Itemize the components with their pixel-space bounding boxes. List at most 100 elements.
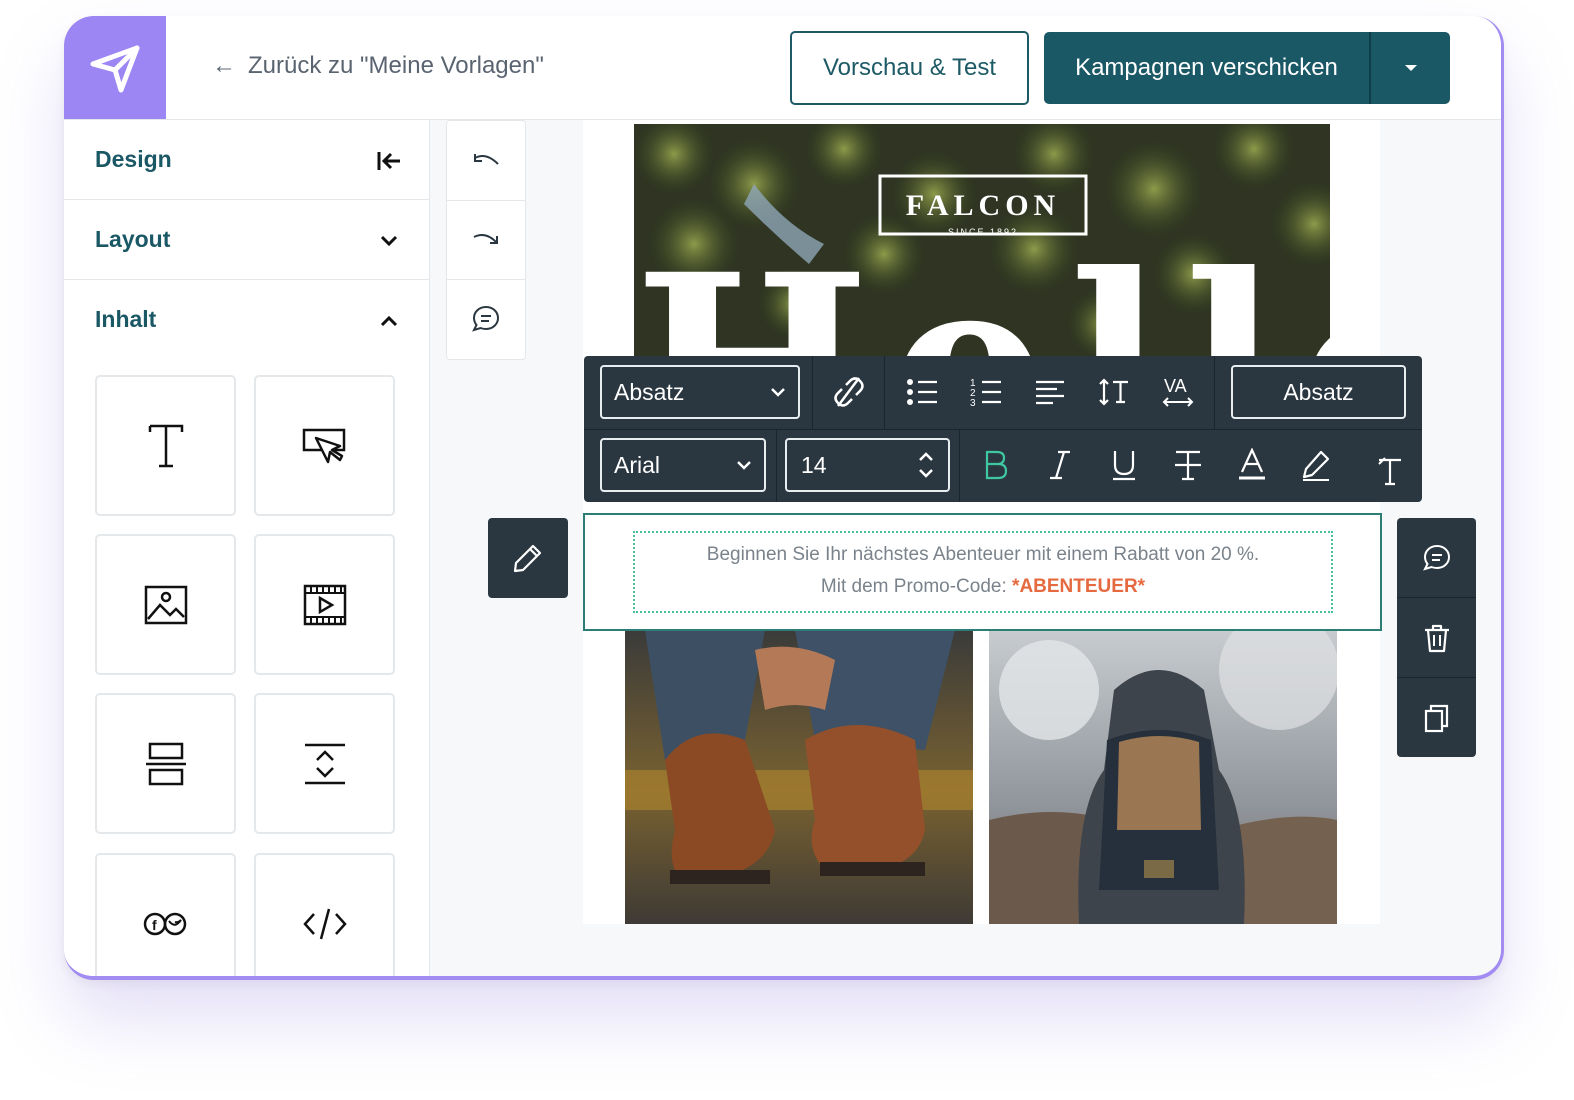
comment-icon (1422, 544, 1450, 571)
comments-button[interactable] (447, 279, 525, 358)
clear-format-icon (1378, 457, 1401, 486)
underline-button[interactable] (1104, 445, 1144, 485)
back-link-label: Zurück zu "Meine Vorlagen" (248, 52, 544, 79)
chevron-down-icon (771, 388, 785, 397)
highlighter-icon (1302, 450, 1330, 481)
section-layout[interactable]: Layout (64, 200, 429, 280)
bullet-list-button[interactable] (902, 372, 942, 412)
text-color-button[interactable] (1232, 445, 1272, 485)
divider-icon (145, 742, 186, 785)
hero-headline: Hello (634, 219, 1330, 358)
chevron-up-icon[interactable] (374, 306, 404, 336)
toolbar-divider (1214, 356, 1215, 429)
app-window: ← Zurück zu "Meine Vorlagen" Vorschau & … (64, 16, 1504, 980)
strikethrough-button[interactable] (1168, 445, 1208, 485)
line-height-icon (1099, 378, 1128, 406)
section-layout-label: Layout (95, 226, 171, 252)
spacer-block-tile[interactable] (254, 693, 395, 834)
button-block-tile[interactable] (254, 375, 395, 516)
video-icon (303, 584, 346, 625)
toolbar-divider (884, 356, 885, 429)
hero-image[interactable]: FALCON SINCE 1892 Hello (634, 124, 1330, 358)
text-editor-area[interactable]: Beginnen Sie Ihr nächstes Abenteuer mit … (633, 531, 1333, 613)
toolbar-divider (959, 429, 960, 502)
paragraph-style-value: Absatz (614, 378, 685, 405)
chevron-down-icon[interactable] (374, 226, 404, 256)
font-family-value: Arial (614, 451, 661, 478)
text-block-tile[interactable] (95, 375, 236, 516)
block-actions (1397, 518, 1476, 757)
delete-block-button[interactable] (1397, 598, 1476, 678)
underline-icon (1113, 451, 1135, 481)
caret-down-icon (1404, 65, 1417, 71)
send-campaign-button[interactable]: Kampagnen verschicken (1044, 32, 1450, 104)
letter-spacing-button[interactable]: VA (1158, 372, 1198, 412)
paper-plane-icon (90, 45, 140, 92)
italic-icon (1050, 450, 1070, 480)
top-bar: ← Zurück zu "Meine Vorlagen" Vorschau & … (64, 16, 1501, 120)
clear-format-button[interactable] (1370, 451, 1410, 491)
social-icon: f (143, 912, 186, 935)
unlink-button[interactable] (829, 372, 869, 412)
bullet-list-icon (907, 379, 937, 405)
svg-text:VA: VA (1164, 376, 1187, 396)
font-family-select[interactable]: Arial (600, 438, 766, 492)
edit-block-button[interactable] (488, 518, 568, 598)
arrow-left-icon: ← (212, 52, 236, 79)
redo-icon (473, 233, 498, 244)
paragraph-style-select[interactable]: Absatz (600, 365, 800, 419)
strikethrough-icon (1175, 450, 1201, 481)
brand-logo-text: FALCON (906, 189, 1060, 222)
video-block-tile[interactable] (254, 534, 395, 675)
align-button[interactable] (1030, 372, 1070, 412)
preview-test-button[interactable]: Vorschau & Test (790, 31, 1029, 105)
stepper-icon (919, 452, 933, 478)
sidebar: Design Layout Inhalt f (64, 120, 430, 976)
boots-photo[interactable] (625, 630, 973, 924)
pencil-icon (513, 544, 542, 573)
duplicate-block-button[interactable] (1397, 678, 1476, 757)
highlight-button[interactable] (1296, 445, 1336, 485)
font-size-stepper[interactable]: 14 (785, 438, 950, 492)
paragraph-button[interactable]: Absatz (1231, 365, 1406, 419)
promo-code: *ABENTEUER* (1012, 576, 1146, 597)
line-height-button[interactable] (1094, 372, 1134, 412)
app-logo[interactable] (64, 16, 166, 119)
align-left-icon (1036, 380, 1064, 405)
format-toolbar: Absatz 123 VA Absatz Arial 14 (584, 356, 1422, 502)
numbered-list-button[interactable]: 123 (966, 372, 1006, 412)
section-design[interactable]: Design (64, 120, 429, 200)
social-block-tile[interactable]: f (95, 853, 236, 976)
section-content[interactable]: Inhalt (64, 280, 429, 359)
divider-block-tile[interactable] (95, 693, 236, 834)
toolbar-row-2: Arial 14 (584, 429, 1422, 502)
bold-button[interactable] (976, 445, 1016, 485)
letter-spacing-icon: VA (1162, 376, 1194, 407)
svg-text:3: 3 (970, 398, 976, 407)
toolbar-row-1: Absatz 123 VA Absatz (584, 356, 1422, 430)
section-content-label: Inhalt (95, 306, 157, 332)
section-design-label: Design (95, 146, 172, 172)
block-comment-button[interactable] (1397, 518, 1476, 598)
send-options-dropdown[interactable] (1371, 32, 1450, 104)
send-campaign-label: Kampagnen verschicken (1075, 54, 1338, 81)
button-icon (302, 428, 345, 463)
image-block-tile[interactable] (95, 534, 236, 675)
redo-button[interactable] (447, 200, 525, 280)
collapse-sidebar-icon[interactable] (374, 146, 404, 176)
selected-text-block[interactable]: Beginnen Sie Ihr nächstes Abenteuer mit … (583, 513, 1382, 631)
text-icon (148, 424, 183, 467)
font-size-value: 14 (801, 451, 827, 478)
back-link[interactable]: ← Zurück zu "Meine Vorlagen" (212, 52, 544, 80)
hiker-photo[interactable] (989, 630, 1337, 924)
italic-button[interactable] (1040, 445, 1080, 485)
code-block-tile[interactable] (254, 853, 395, 976)
chevron-down-icon (737, 461, 751, 470)
undo-button[interactable] (447, 121, 525, 201)
text-color-icon (1239, 448, 1265, 480)
spacer-icon (304, 743, 345, 784)
trash-icon (1424, 624, 1449, 652)
image-icon (144, 585, 187, 624)
toolbar-divider (812, 356, 813, 429)
comment-icon (472, 305, 500, 332)
